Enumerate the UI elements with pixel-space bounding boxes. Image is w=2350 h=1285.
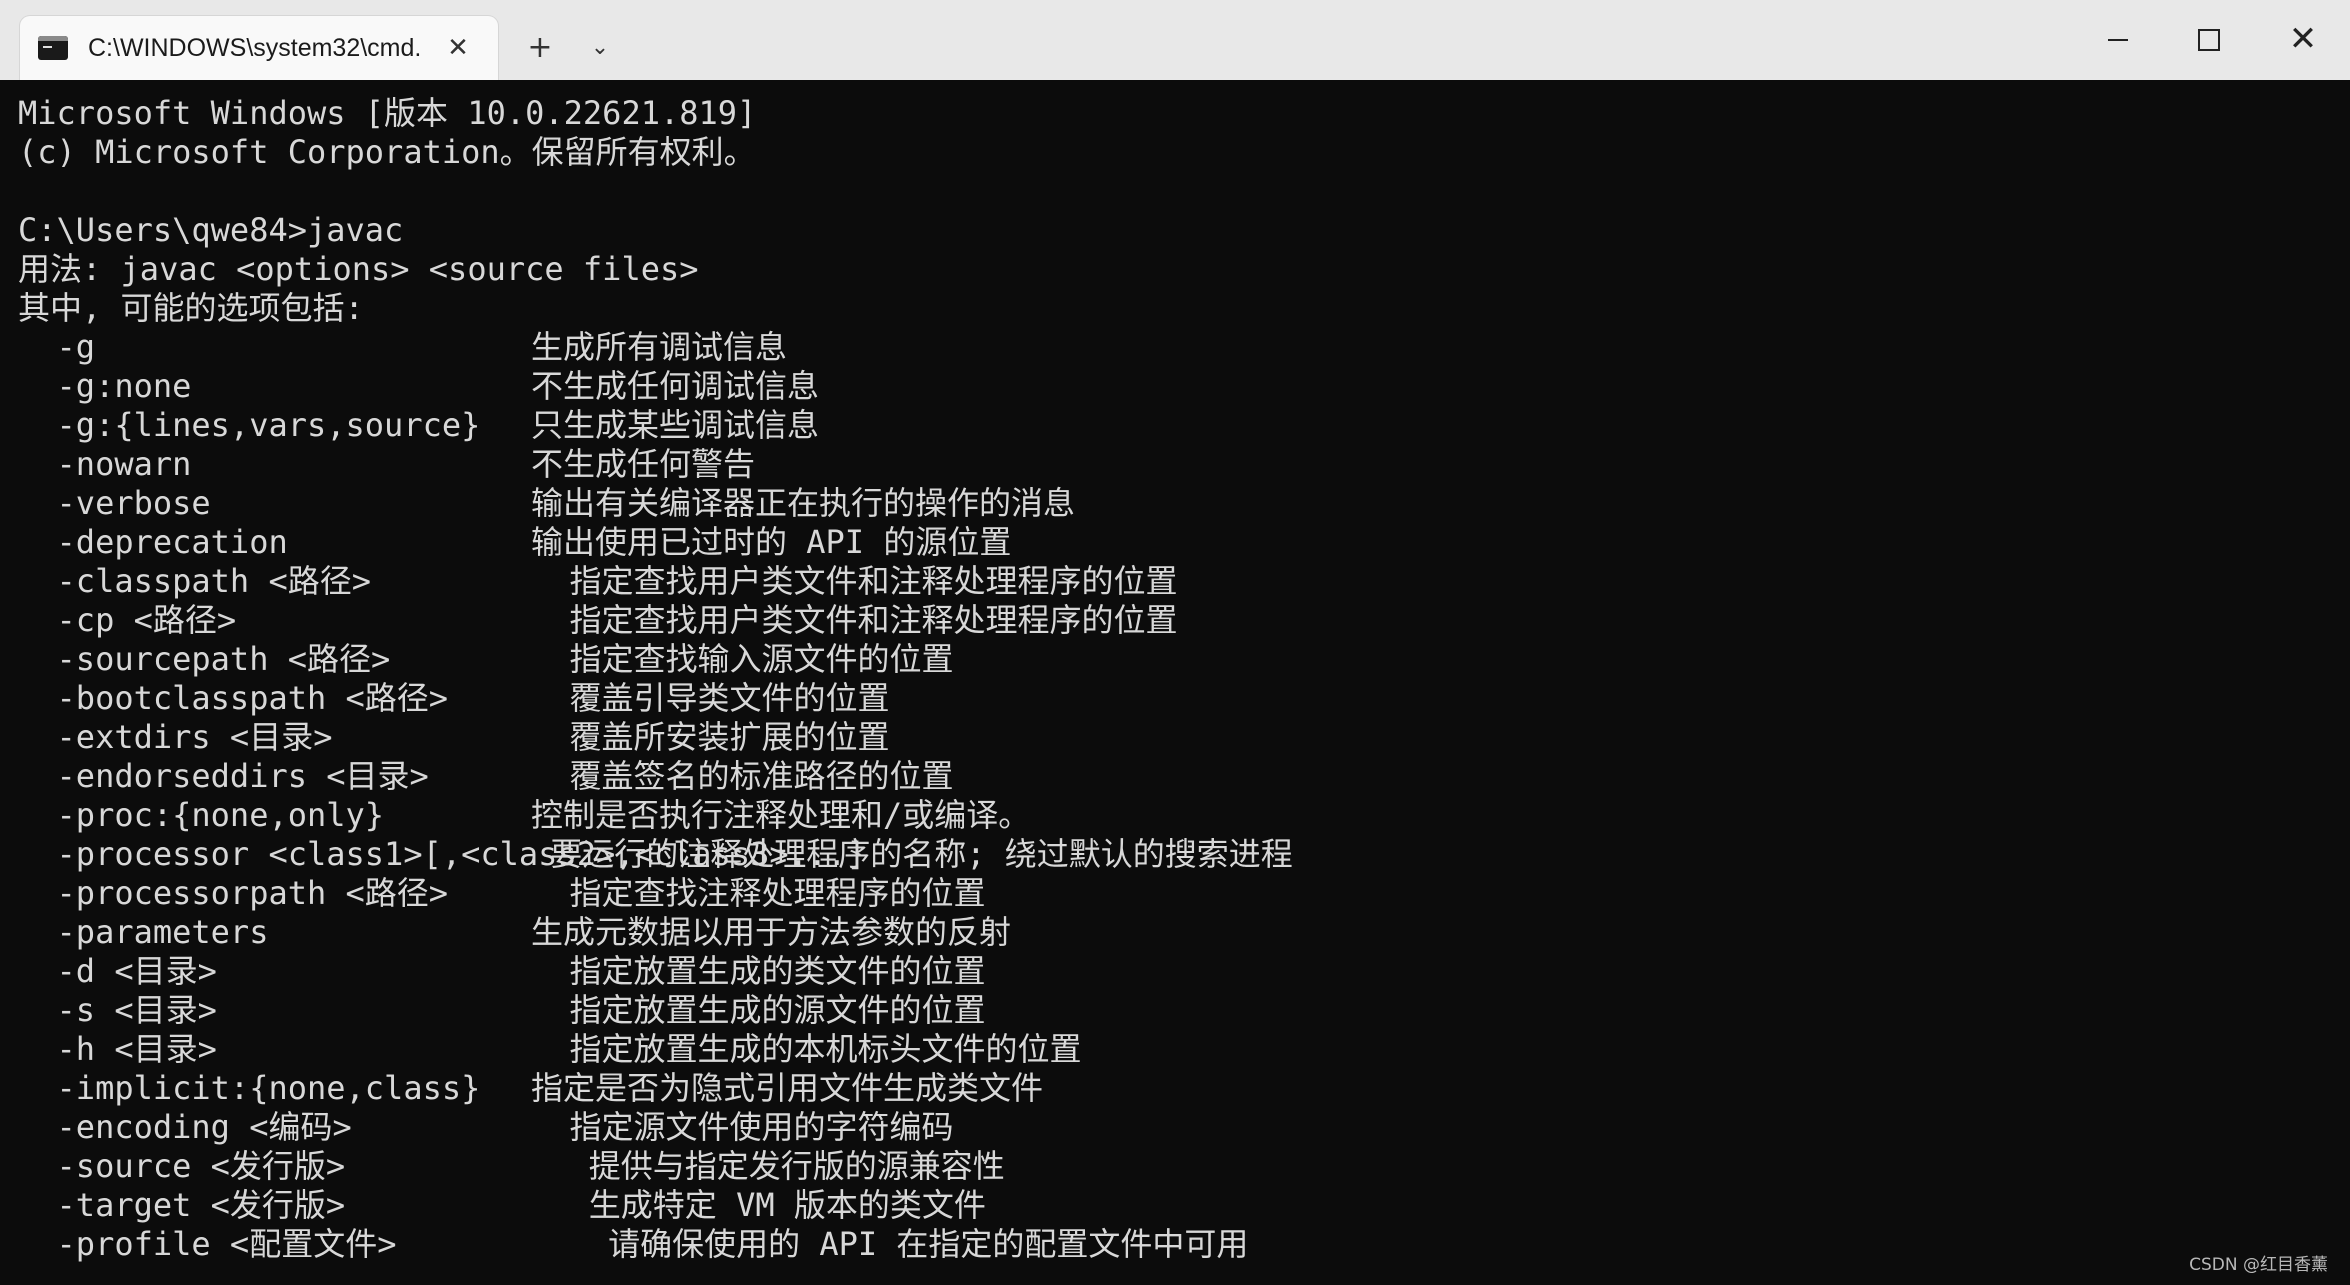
option-description: 生成元数据以用于方法参数的反射	[531, 913, 1012, 951]
option-name: -g	[18, 328, 96, 366]
option-description: 指定源文件使用的字符编码	[531, 1108, 954, 1146]
option-name: -nowarn	[18, 445, 192, 483]
option-name: -g:{lines,vars,source}	[18, 406, 481, 444]
option-row: -verbose 输出有关编译器正在执行的操作的消息	[18, 484, 1293, 523]
option-description: 指定查找用户类文件和注释处理程序的位置	[531, 562, 1178, 600]
console-line: (c) Microsoft Corporation。保留所有权利。	[18, 133, 756, 171]
option-name: -processor <class1>[,<class2>,<class3>..…	[18, 835, 866, 873]
option-name: -source <发行版>	[18, 1147, 346, 1185]
option-row: -processor <class1>[,<class2>,<class3>..…	[18, 835, 1293, 874]
close-tab-icon[interactable]: ✕	[440, 30, 476, 66]
option-name: -processorpath <路径>	[18, 874, 449, 912]
option-row: -implicit:{none,class} 指定是否为隐式引用文件生成类文件	[18, 1069, 1293, 1108]
scrollbar[interactable]	[2340, 80, 2350, 1285]
option-row: -d <目录> 指定放置生成的类文件的位置	[18, 952, 1293, 991]
option-description: 指定放置生成的源文件的位置	[531, 991, 986, 1029]
console-line: Microsoft Windows [版本 10.0.22621.819]	[18, 94, 757, 132]
option-name: -parameters	[18, 913, 269, 951]
option-name: -s <目录>	[18, 991, 217, 1029]
option-description: 指定查找用户类文件和注释处理程序的位置	[531, 601, 1178, 639]
option-description: 控制是否执行注释处理和/或编译。	[531, 796, 1031, 834]
option-row: -encoding <编码> 指定源文件使用的字符编码	[18, 1108, 1293, 1147]
option-description: 指定查找输入源文件的位置	[531, 640, 954, 678]
terminal-window: C:\WINDOWS\system32\cmd. ✕ + ⌄ ✕ Microso…	[0, 0, 2350, 1285]
option-name: -cp <路径>	[18, 601, 237, 639]
option-name: -d <目录>	[18, 952, 217, 990]
cmd-icon	[38, 36, 68, 60]
option-row: -processorpath <路径> 指定查找注释处理程序的位置	[18, 874, 1293, 913]
option-description: 要运行的注释处理程序的名称; 绕过默认的搜索进程	[531, 835, 1293, 873]
minimize-button[interactable]	[2085, 14, 2151, 64]
option-description: 覆盖签名的标准路径的位置	[531, 757, 954, 795]
option-description: 不生成任何警告	[531, 445, 756, 483]
option-name: -bootclasspath <路径>	[18, 679, 449, 717]
close-window-button[interactable]: ✕	[2270, 14, 2336, 64]
option-row: -bootclasspath <路径> 覆盖引导类文件的位置	[18, 679, 1293, 718]
option-description: 覆盖引导类文件的位置	[531, 679, 890, 717]
option-description: 请确保使用的 API 在指定的配置文件中可用	[531, 1225, 1249, 1263]
option-name: -encoding <编码>	[18, 1108, 352, 1146]
option-description: 不生成任何调试信息	[531, 367, 820, 405]
option-row: -source <发行版> 提供与指定发行版的源兼容性	[18, 1147, 1293, 1186]
console-line: 其中, 可能的选项包括:	[18, 289, 364, 327]
option-name: -sourcepath <路径>	[18, 640, 391, 678]
option-row: -g:{lines,vars,source} 只生成某些调试信息	[18, 406, 1293, 445]
new-tab-button[interactable]: +	[520, 28, 560, 68]
option-row: -extdirs <目录> 覆盖所安装扩展的位置	[18, 718, 1293, 757]
terminal-output-area[interactable]: Microsoft Windows [版本 10.0.22621.819] (c)…	[0, 80, 2350, 1285]
option-name: -h <目录>	[18, 1030, 217, 1068]
option-row: -classpath <路径> 指定查找用户类文件和注释处理程序的位置	[18, 562, 1293, 601]
option-description: 指定是否为隐式引用文件生成类文件	[531, 1069, 1044, 1107]
option-row: -cp <路径> 指定查找用户类文件和注释处理程序的位置	[18, 601, 1293, 640]
option-row: -h <目录> 指定放置生成的本机标头文件的位置	[18, 1030, 1293, 1069]
option-row: -parameters 生成元数据以用于方法参数的反射	[18, 913, 1293, 952]
maximize-button[interactable]	[2175, 14, 2241, 64]
option-description: 输出有关编译器正在执行的操作的消息	[531, 484, 1076, 522]
option-row: -g 生成所有调试信息	[18, 328, 1293, 367]
option-description: 指定查找注释处理程序的位置	[531, 874, 986, 912]
option-row: -deprecation 输出使用已过时的 API 的源位置	[18, 523, 1293, 562]
option-row: -profile <配置文件> 请确保使用的 API 在指定的配置文件中可用	[18, 1225, 1293, 1264]
option-row: -proc:{none,only} 控制是否执行注释处理和/或编译。	[18, 796, 1293, 835]
console-line: 用法: javac <options> <source files>	[18, 250, 699, 288]
option-description: 只生成某些调试信息	[531, 406, 820, 444]
option-name: -endorseddirs <目录>	[18, 757, 429, 795]
option-name: -classpath <路径>	[18, 562, 371, 600]
option-row: -s <目录> 指定放置生成的源文件的位置	[18, 991, 1293, 1030]
option-name: -profile <配置文件>	[18, 1225, 397, 1263]
option-row: -nowarn 不生成任何警告	[18, 445, 1293, 484]
option-name: -extdirs <目录>	[18, 718, 333, 756]
option-row: -endorseddirs <目录> 覆盖签名的标准路径的位置	[18, 757, 1293, 796]
option-name: -implicit:{none,class}	[18, 1069, 481, 1107]
title-bar[interactable]: C:\WINDOWS\system32\cmd. ✕ + ⌄ ✕	[0, 0, 2350, 80]
option-description: 生成特定 VM 版本的类文件	[531, 1186, 986, 1224]
option-name: -target <发行版>	[18, 1186, 346, 1224]
option-description: 提供与指定发行版的源兼容性	[531, 1147, 1005, 1185]
option-row: -g:none 不生成任何调试信息	[18, 367, 1293, 406]
option-row: -target <发行版> 生成特定 VM 版本的类文件	[18, 1186, 1293, 1225]
option-description: 覆盖所安装扩展的位置	[531, 718, 890, 756]
option-name: -verbose	[18, 484, 211, 522]
option-row: -sourcepath <路径> 指定查找输入源文件的位置	[18, 640, 1293, 679]
option-name: -deprecation	[18, 523, 288, 561]
option-name: -g:none	[18, 367, 192, 405]
option-description: 输出使用已过时的 API 的源位置	[531, 523, 1012, 561]
option-description: 指定放置生成的本机标头文件的位置	[531, 1030, 1082, 1068]
option-description: 指定放置生成的类文件的位置	[531, 952, 986, 990]
watermark: CSDN @红目香薰	[2189, 1255, 2328, 1275]
option-name: -proc:{none,only}	[18, 796, 385, 834]
console-line: C:\Users\qwe84>javac	[18, 211, 404, 249]
chevron-down-icon[interactable]: ⌄	[580, 28, 620, 68]
console-text: Microsoft Windows [版本 10.0.22621.819] (c)…	[18, 94, 1293, 1264]
tab-title: C:\WINDOWS\system32\cmd.	[88, 34, 422, 62]
option-description: 生成所有调试信息	[531, 328, 788, 366]
tab-cmd[interactable]: C:\WINDOWS\system32\cmd. ✕	[20, 16, 498, 80]
